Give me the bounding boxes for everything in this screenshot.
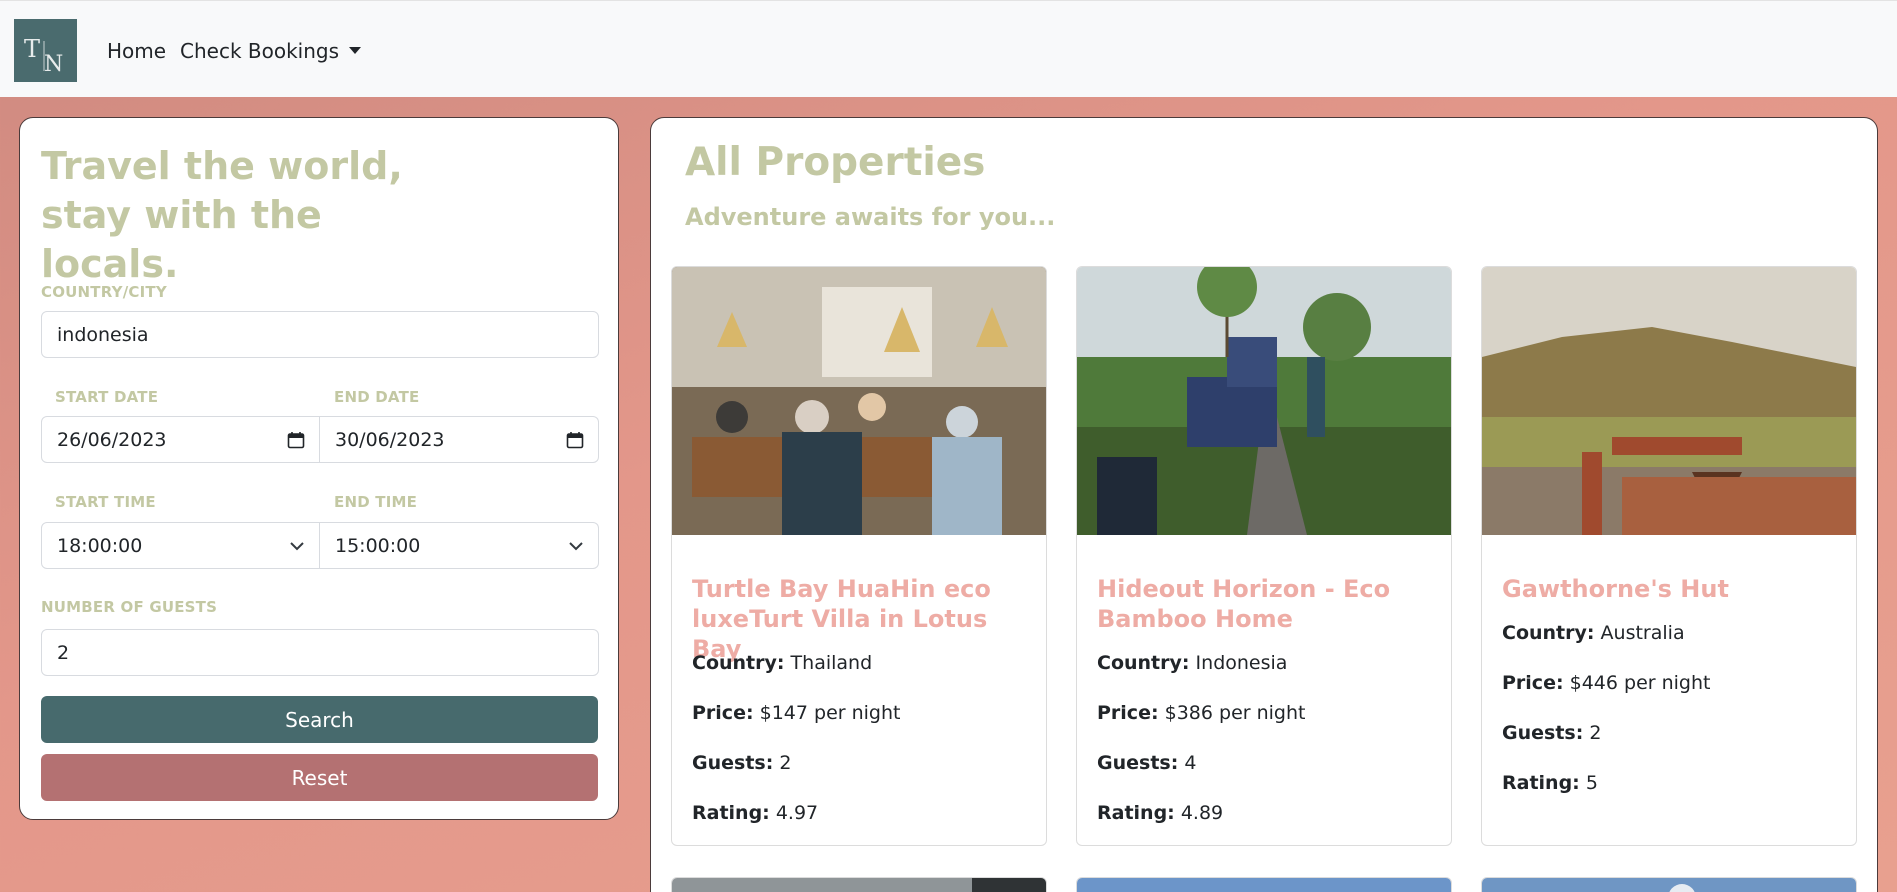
guests-label: NUMBER OF GUESTS — [41, 598, 218, 616]
rating-field-label: Rating: — [1502, 772, 1580, 794]
guests-field-label: Guests: — [1097, 752, 1179, 774]
search-button[interactable]: Search — [41, 696, 598, 743]
start-date-input[interactable]: 26/06/2023 — [41, 416, 320, 463]
country-field-label: Country: — [1502, 622, 1595, 644]
start-time-label: START TIME — [55, 493, 156, 511]
property-card-partial[interactable] — [671, 877, 1047, 892]
guests-field-label: Guests: — [692, 752, 774, 774]
price-value: $446 per night — [1569, 672, 1711, 694]
property-card[interactable]: Gawthorne's Hut Country: Australia Price… — [1481, 266, 1857, 846]
country-value: Australia — [1600, 622, 1685, 644]
property-guests: Guests: 2 — [1502, 722, 1601, 744]
property-country: Country: Indonesia — [1097, 652, 1287, 674]
price-value: $147 per night — [759, 702, 901, 724]
property-price: Price: $386 per night — [1097, 702, 1305, 724]
logo-mark-icon: T N — [24, 35, 63, 77]
property-rating: Rating: 4.97 — [692, 802, 818, 824]
property-title[interactable]: Gawthorne's Hut — [1502, 574, 1832, 604]
rating-value: 5 — [1585, 772, 1598, 794]
properties-panel: All Properties Adventure awaits for you.… — [650, 117, 1878, 892]
chevron-down-icon — [569, 542, 583, 551]
end-date-input[interactable]: 30/06/2023 — [320, 416, 599, 463]
rating-value: 4.97 — [775, 802, 819, 824]
property-photo[interactable] — [1482, 267, 1856, 535]
guests-input-value: 2 — [57, 641, 70, 664]
rating-field-label: Rating: — [1097, 802, 1175, 824]
price-field-label: Price: — [692, 702, 754, 724]
property-title[interactable]: Turtle Bay HuaHin eco luxeTurt Villa in … — [692, 574, 1022, 664]
navbar: T N Home Check Bookings — [0, 0, 1897, 97]
rating-field-label: Rating: — [692, 802, 770, 824]
property-rating: Rating: 4.89 — [1097, 802, 1223, 824]
start-date-label: START DATE — [55, 388, 159, 406]
country-field-label: Country: — [692, 652, 785, 674]
guests-value: 2 — [1589, 722, 1602, 744]
logo[interactable]: T N — [14, 19, 77, 82]
end-date-label: END DATE — [334, 388, 420, 406]
end-time-select[interactable]: 15:00:00 — [320, 522, 599, 569]
property-card-partial[interactable] — [1076, 877, 1452, 892]
property-title[interactable]: Hideout Horizon - Eco Bamboo Home — [1097, 574, 1427, 634]
start-time-select[interactable]: 18:00:00 — [41, 522, 320, 569]
property-photo[interactable] — [672, 267, 1046, 535]
guests-value: 4 — [1184, 752, 1197, 774]
property-rating: Rating: 5 — [1502, 772, 1598, 794]
property-price: Price: $147 per night — [692, 702, 900, 724]
property-photo[interactable] — [1482, 878, 1857, 892]
country-input-value: indonesia — [57, 323, 149, 346]
property-photo[interactable] — [672, 878, 1047, 892]
guests-input[interactable]: 2 — [41, 629, 599, 676]
country-field-label: Country: — [1097, 652, 1190, 674]
end-time-value: 15:00:00 — [335, 534, 421, 557]
country-value: Thailand — [790, 652, 873, 674]
guests-value: 2 — [779, 752, 792, 774]
start-date-value: 26/06/2023 — [57, 428, 167, 451]
price-field-label: Price: — [1502, 672, 1564, 694]
calendar-icon[interactable] — [566, 431, 584, 449]
chevron-down-icon — [290, 542, 304, 551]
calendar-icon[interactable] — [287, 431, 305, 449]
price-value: $386 per night — [1164, 702, 1306, 724]
property-country: Country: Australia — [1502, 622, 1685, 644]
property-card-partial[interactable] — [1481, 877, 1857, 892]
property-guests: Guests: 2 — [692, 752, 791, 774]
property-card[interactable]: Turtle Bay HuaHin eco luxeTurt Villa in … — [671, 266, 1047, 846]
guests-field-label: Guests: — [1502, 722, 1584, 744]
caret-down-icon — [349, 47, 362, 54]
svg-text:N: N — [44, 52, 63, 77]
nav-home-link[interactable]: Home — [107, 39, 166, 63]
country-label: COUNTRY/CITY — [41, 283, 167, 301]
start-time-value: 18:00:00 — [57, 534, 143, 557]
property-country: Country: Thailand — [692, 652, 872, 674]
reset-button[interactable]: Reset — [41, 754, 598, 801]
nav-check-bookings-label: Check Bookings — [180, 39, 340, 63]
svg-text:T: T — [24, 35, 40, 63]
properties-subtitle: Adventure awaits for you... — [685, 203, 1056, 231]
properties-title: All Properties — [685, 140, 986, 185]
search-panel: Travel the world, stay with the locals. … — [19, 117, 619, 820]
property-card[interactable]: Hideout Horizon - Eco Bamboo Home Countr… — [1076, 266, 1452, 846]
price-field-label: Price: — [1097, 702, 1159, 724]
search-tagline: Travel the world, stay with the locals. — [41, 144, 403, 286]
rating-value: 4.89 — [1180, 802, 1224, 824]
nav-check-bookings-dropdown[interactable]: Check Bookings — [180, 39, 362, 63]
property-price: Price: $446 per night — [1502, 672, 1710, 694]
end-date-value: 30/06/2023 — [335, 428, 445, 451]
property-guests: Guests: 4 — [1097, 752, 1196, 774]
property-photo[interactable] — [1077, 878, 1452, 892]
country-input[interactable]: indonesia — [41, 311, 599, 358]
country-value: Indonesia — [1195, 652, 1288, 674]
end-time-label: END TIME — [334, 493, 418, 511]
property-photo[interactable] — [1077, 267, 1451, 535]
